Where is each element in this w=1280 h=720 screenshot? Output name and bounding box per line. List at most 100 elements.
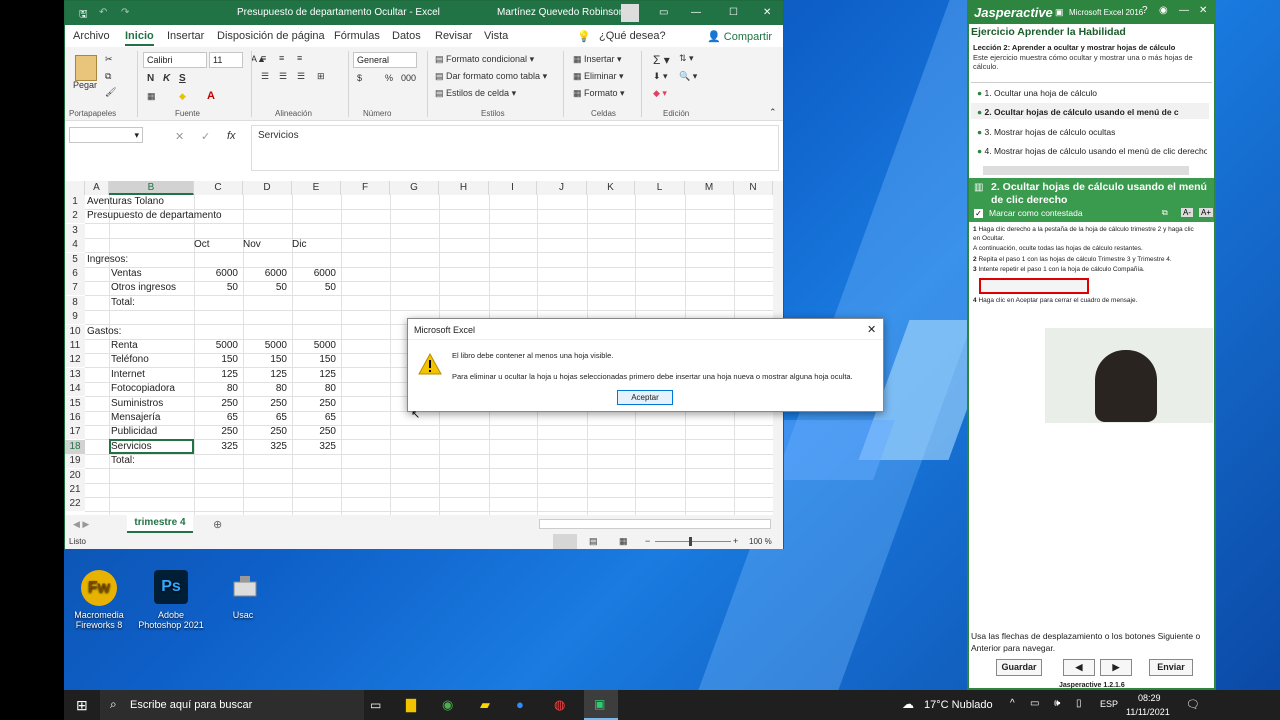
format-painter-icon[interactable]: 🖌 bbox=[105, 87, 116, 98]
formula-input[interactable]: Servicios bbox=[251, 125, 779, 171]
paste-icon[interactable] bbox=[75, 55, 97, 81]
tab-disposicion[interactable]: Disposición de página bbox=[217, 30, 325, 42]
desktop-icon-usac[interactable]: Usac bbox=[208, 570, 278, 620]
tab-datos[interactable]: Datos bbox=[392, 30, 421, 42]
row-header[interactable]: 11 bbox=[65, 339, 85, 353]
file-explorer-icon[interactable]: ▇ bbox=[406, 697, 416, 713]
format-table-button[interactable]: ▤ Dar formato como tabla ▾ bbox=[435, 71, 547, 82]
tell-me-search[interactable]: ¿Qué desea? bbox=[599, 30, 666, 42]
cell-b15[interactable]: Suministros bbox=[111, 397, 163, 411]
row-header[interactable]: 10 bbox=[65, 324, 85, 339]
select-all-corner[interactable] bbox=[65, 181, 85, 195]
cell-c16[interactable]: 65 bbox=[194, 411, 241, 425]
pin-icon[interactable]: ◉ bbox=[1159, 5, 1168, 16]
column-header[interactable]: N bbox=[734, 181, 773, 195]
cell-d14[interactable]: 80 bbox=[243, 382, 290, 396]
cell-d7[interactable]: 50 bbox=[243, 281, 290, 295]
cell-e5[interactable] bbox=[292, 253, 339, 267]
cell-e13[interactable]: 125 bbox=[292, 368, 339, 382]
cell-d12[interactable]: 150 bbox=[243, 353, 290, 367]
cell-e22[interactable] bbox=[292, 497, 339, 511]
cell-b11[interactable]: Renta bbox=[111, 339, 138, 353]
close-icon[interactable]: ✕ bbox=[763, 7, 771, 18]
name-box[interactable]: ▾ bbox=[69, 127, 143, 143]
cell-c11[interactable]: 5000 bbox=[194, 339, 241, 353]
cell-a5[interactable]: Ingresos: bbox=[87, 253, 128, 267]
cell-c5[interactable] bbox=[194, 253, 241, 267]
paste-button[interactable]: Pegar bbox=[73, 80, 97, 90]
ribbon-display-icon[interactable]: ▭ bbox=[659, 7, 668, 18]
tab-insertar[interactable]: Insertar bbox=[167, 30, 204, 42]
column-header[interactable]: E bbox=[292, 181, 341, 195]
column-header[interactable]: J bbox=[537, 181, 587, 195]
row-header[interactable]: 5 bbox=[65, 252, 85, 267]
cell-c9[interactable] bbox=[194, 310, 241, 324]
cell-d22[interactable] bbox=[243, 497, 290, 511]
task-item-4[interactable]: ● 4. Mostrar hojas de cálculo usando el … bbox=[977, 146, 1207, 156]
undo-icon[interactable]: ↶ bbox=[99, 7, 107, 18]
cell-a10[interactable]: Gastos: bbox=[87, 325, 121, 339]
notifications-icon[interactable]: 🗨 bbox=[1186, 698, 1200, 711]
underline-button[interactable]: S bbox=[179, 73, 186, 84]
column-header[interactable]: I bbox=[489, 181, 537, 195]
excel-taskbar-button[interactable]: ▣ bbox=[584, 690, 618, 720]
font-name-select[interactable]: Calibri bbox=[143, 52, 207, 68]
redo-icon[interactable]: ↷ bbox=[121, 7, 129, 18]
cell-e3[interactable] bbox=[292, 224, 339, 238]
tab-archivo[interactable]: Archivo bbox=[73, 30, 110, 42]
jasper-minimize-icon[interactable]: — bbox=[1179, 5, 1189, 16]
cell-c18[interactable]: 325 bbox=[194, 440, 241, 454]
horizontal-scrollbar[interactable] bbox=[539, 519, 771, 529]
cell-c2[interactable] bbox=[194, 209, 241, 223]
cell-e15[interactable]: 250 bbox=[292, 397, 339, 411]
bold-button[interactable]: N bbox=[147, 73, 154, 84]
cell-d11[interactable]: 5000 bbox=[243, 339, 290, 353]
font-size-select[interactable]: 11 bbox=[209, 52, 243, 68]
cell-d13[interactable]: 125 bbox=[243, 368, 290, 382]
tab-vista[interactable]: Vista bbox=[484, 30, 508, 42]
cell-c15[interactable]: 250 bbox=[194, 397, 241, 411]
prev-sheet-icon[interactable]: ◀ ▶ bbox=[73, 519, 89, 530]
row-header[interactable]: 14 bbox=[65, 382, 85, 397]
align-middle-icon[interactable]: ≡ bbox=[279, 53, 284, 63]
delete-cells-button[interactable]: ▦ Eliminar ▾ bbox=[573, 71, 624, 82]
windows-start-icon[interactable]: ⊞ bbox=[76, 697, 88, 714]
cell-c3[interactable] bbox=[194, 224, 241, 238]
tray-chevron-icon[interactable]: ^ bbox=[1010, 698, 1015, 709]
row-header[interactable]: 4 bbox=[65, 238, 85, 253]
column-header[interactable]: B bbox=[109, 181, 194, 195]
cell-c12[interactable]: 150 bbox=[194, 353, 241, 367]
currency-icon[interactable]: $ bbox=[357, 73, 362, 83]
sticky-notes-icon[interactable]: ▰ bbox=[480, 697, 490, 713]
column-header[interactable]: H bbox=[439, 181, 489, 195]
battery-icon[interactable]: ▯ bbox=[1076, 698, 1082, 709]
cell-d18[interactable]: 325 bbox=[243, 440, 290, 454]
cell-d3[interactable] bbox=[243, 224, 290, 238]
cell-e9[interactable] bbox=[292, 310, 339, 324]
align-top-icon[interactable]: ≡ bbox=[261, 53, 266, 63]
cell-c1[interactable] bbox=[194, 195, 241, 209]
cell-b7[interactable]: Otros ingresos bbox=[111, 281, 176, 295]
row-header[interactable]: 2 bbox=[65, 209, 85, 224]
next-button[interactable]: ▶ bbox=[1100, 659, 1132, 676]
cell-e21[interactable] bbox=[292, 483, 339, 497]
mark-answered-checkbox[interactable]: ✓ bbox=[974, 209, 983, 218]
column-header[interactable]: A bbox=[85, 181, 109, 195]
cell-e8[interactable] bbox=[292, 296, 339, 310]
cell-e10[interactable] bbox=[292, 325, 339, 339]
column-header[interactable]: C bbox=[194, 181, 243, 195]
align-left-icon[interactable]: ☰ bbox=[261, 71, 269, 82]
cell-d19[interactable] bbox=[243, 454, 290, 468]
percent-icon[interactable]: % bbox=[385, 73, 393, 83]
cell-d9[interactable] bbox=[243, 310, 290, 324]
row-header[interactable]: 12 bbox=[65, 353, 85, 368]
desktop-icon-fireworks[interactable]: Fw Macromedia Fireworks 8 bbox=[64, 570, 134, 630]
cell-d6[interactable]: 6000 bbox=[243, 267, 290, 281]
help-icon[interactable]: ? bbox=[1142, 5, 1148, 16]
tab-revisar[interactable]: Revisar bbox=[435, 30, 472, 42]
zoom-slider[interactable] bbox=[655, 541, 731, 542]
cell-d15[interactable]: 250 bbox=[243, 397, 290, 411]
row-header[interactable]: 19 bbox=[65, 454, 85, 469]
borders-icon[interactable]: ▦ bbox=[147, 91, 156, 102]
page-break-icon[interactable]: ▦ bbox=[619, 536, 628, 547]
